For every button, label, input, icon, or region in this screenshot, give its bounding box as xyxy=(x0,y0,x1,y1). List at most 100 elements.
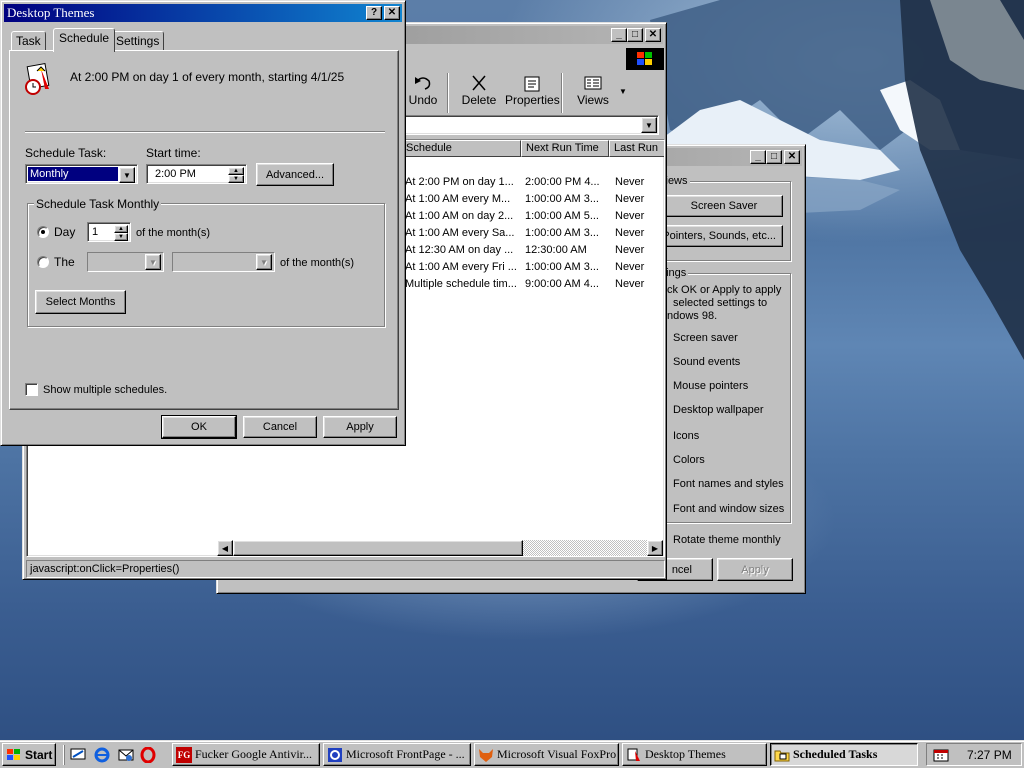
week-ordinal-dropdown-button[interactable]: ▼ xyxy=(145,254,161,270)
start-time-down-button[interactable]: ▼ xyxy=(228,175,244,183)
day-number-input[interactable]: 1 ▲ ▼ xyxy=(87,222,131,242)
scroll-left-button[interactable]: ◀ xyxy=(217,540,233,556)
option-desktop-wallpaper[interactable]: Desktop wallpaper xyxy=(673,404,764,416)
delete-button[interactable]: Delete xyxy=(457,71,501,113)
rotate-theme-label[interactable]: Rotate theme monthly xyxy=(673,534,781,546)
table-cell: 12:30:00 AM xyxy=(525,244,587,256)
the-radio[interactable] xyxy=(37,256,49,268)
option-font-names[interactable]: Font names and styles xyxy=(673,478,784,490)
column-header-next-run[interactable]: Next Run Time xyxy=(521,140,609,157)
show-desktop-icon[interactable] xyxy=(70,747,86,763)
task-desktop-themes[interactable]: Desktop Themes xyxy=(622,743,767,766)
dialog-titlebar[interactable]: Desktop Themes ? ✕ xyxy=(4,4,402,22)
address-dropdown-button[interactable]: ▼ xyxy=(641,117,657,133)
show-multiple-label[interactable]: Show multiple schedules. xyxy=(43,384,167,396)
task-label: Desktop Themes xyxy=(645,747,726,761)
antivirus-icon: FG xyxy=(176,746,192,763)
previews-group: views xyxy=(657,175,791,261)
task-fucker-google-antivirus[interactable]: FG Fucker Google Antivir... xyxy=(172,743,320,766)
tab-settings[interactable]: Settings xyxy=(111,31,165,51)
clock[interactable]: 7:27 PM xyxy=(967,748,1012,762)
close-button[interactable]: ✕ xyxy=(784,150,800,164)
of-the-months-label-1: of the month(s) xyxy=(136,227,210,239)
task-frontpage[interactable]: Microsoft FrontPage - ... xyxy=(323,743,471,766)
ok-button[interactable]: OK xyxy=(161,415,237,439)
tab-schedule[interactable]: Schedule xyxy=(53,28,116,52)
settings-desc-2: selected settings to xyxy=(673,297,768,309)
maximize-button[interactable]: □ xyxy=(766,150,782,164)
dialog-title: Desktop Themes xyxy=(7,5,95,20)
scroll-thumb[interactable] xyxy=(233,540,523,556)
minimize-button[interactable]: _ xyxy=(611,28,627,42)
minimize-button[interactable]: _ xyxy=(750,150,766,164)
table-cell: At 12:30 AM on day ... xyxy=(405,244,514,256)
table-cell: At 2:00 PM on day 1... xyxy=(405,176,514,188)
day-up-button[interactable]: ▲ xyxy=(114,225,128,233)
option-sound-events[interactable]: Sound events xyxy=(673,356,740,368)
undo-icon xyxy=(415,77,431,90)
task-visual-foxpro[interactable]: Microsoft Visual FoxPro xyxy=(474,743,619,766)
opera-icon[interactable] xyxy=(140,747,156,763)
monthly-group-label: Schedule Task Monthly xyxy=(34,197,162,211)
close-button[interactable]: ✕ xyxy=(645,28,661,42)
advanced-button[interactable]: Advanced... xyxy=(256,163,334,186)
day-radio-label[interactable]: Day xyxy=(54,225,75,239)
properties-icon xyxy=(524,76,540,92)
week-ordinal-select[interactable]: ▼ xyxy=(87,252,164,272)
outlook-express-icon[interactable] xyxy=(118,747,134,763)
table-cell: Never xyxy=(615,278,645,290)
cancel-button[interactable]: Cancel xyxy=(243,416,317,438)
option-icons[interactable]: Icons xyxy=(673,430,699,442)
select-months-button[interactable]: Select Months xyxy=(35,290,126,314)
settings-desc-1: ck OK or Apply to apply xyxy=(667,284,782,296)
scroll-right-button[interactable]: ▶ xyxy=(647,540,663,556)
schedule-task-select[interactable]: Monthly ▼ xyxy=(25,164,138,184)
option-screen-saver[interactable]: Screen saver xyxy=(673,332,738,344)
scheduled-tasks-folder-icon xyxy=(774,750,790,761)
undo-button[interactable]: Undo xyxy=(405,71,441,113)
option-font-sizes[interactable]: Font and window sizes xyxy=(673,503,784,515)
close-button[interactable]: ✕ xyxy=(384,6,400,20)
table-cell: Never xyxy=(615,244,645,256)
schedule-task-dropdown-button[interactable]: ▼ xyxy=(119,167,135,183)
views-dropdown-arrow-icon[interactable]: ▼ xyxy=(619,87,627,96)
option-mouse-pointers[interactable]: Mouse pointers xyxy=(673,380,748,392)
delete-label: Delete xyxy=(461,93,497,107)
the-radio-label[interactable]: The xyxy=(54,255,75,269)
help-button[interactable]: ? xyxy=(366,6,382,20)
settings-apply-button[interactable]: Apply xyxy=(717,558,793,581)
task-label: Fucker Google Antivir... xyxy=(195,747,312,761)
start-time-input[interactable]: 2:00 PM ▲ ▼ xyxy=(146,164,247,184)
show-multiple-checkbox[interactable] xyxy=(25,383,38,396)
task-label: Scheduled Tasks xyxy=(793,747,878,761)
tab-task[interactable]: Task xyxy=(11,31,46,51)
table-cell: 1:00:00 AM 3... xyxy=(525,227,599,239)
day-down-button[interactable]: ▼ xyxy=(114,233,128,241)
screen-saver-button[interactable]: Screen Saver xyxy=(665,195,783,217)
views-button[interactable]: Views xyxy=(573,71,613,113)
address-input[interactable]: ▼ xyxy=(399,115,659,135)
table-cell: At 1:00 AM every Fri ... xyxy=(405,261,517,273)
pointers-sounds-button[interactable]: Pointers, Sounds, etc... xyxy=(662,225,783,247)
start-label: Start xyxy=(25,747,53,762)
day-radio[interactable] xyxy=(37,226,49,238)
internet-explorer-icon[interactable] xyxy=(94,747,110,763)
start-button[interactable]: Start xyxy=(2,743,56,766)
status-text: javascript:onClick=Properties() xyxy=(30,563,180,575)
table-cell: At 1:00 AM every Sa... xyxy=(405,227,515,239)
scheduler-tray-icon[interactable] xyxy=(933,747,949,763)
properties-button[interactable]: Properties xyxy=(505,71,560,113)
table-cell: Never xyxy=(615,261,645,273)
option-colors[interactable]: Colors xyxy=(673,454,705,466)
weekday-dropdown-button[interactable]: ▼ xyxy=(256,254,272,270)
properties-label: Properties xyxy=(505,93,560,107)
apply-button[interactable]: Apply xyxy=(323,416,397,438)
column-header-schedule[interactable]: Schedule xyxy=(401,140,521,157)
table-cell: 2:00:00 PM 4... xyxy=(525,176,600,188)
task-scheduled-tasks[interactable]: Scheduled Tasks xyxy=(770,743,918,766)
maximize-button[interactable]: □ xyxy=(627,28,643,42)
weekday-select[interactable]: ▼ xyxy=(172,252,275,272)
column-header-last-run[interactable]: Last Run xyxy=(609,140,664,157)
horizontal-scrollbar[interactable]: ◀ ▶ xyxy=(217,540,663,556)
start-time-up-button[interactable]: ▲ xyxy=(228,167,244,175)
